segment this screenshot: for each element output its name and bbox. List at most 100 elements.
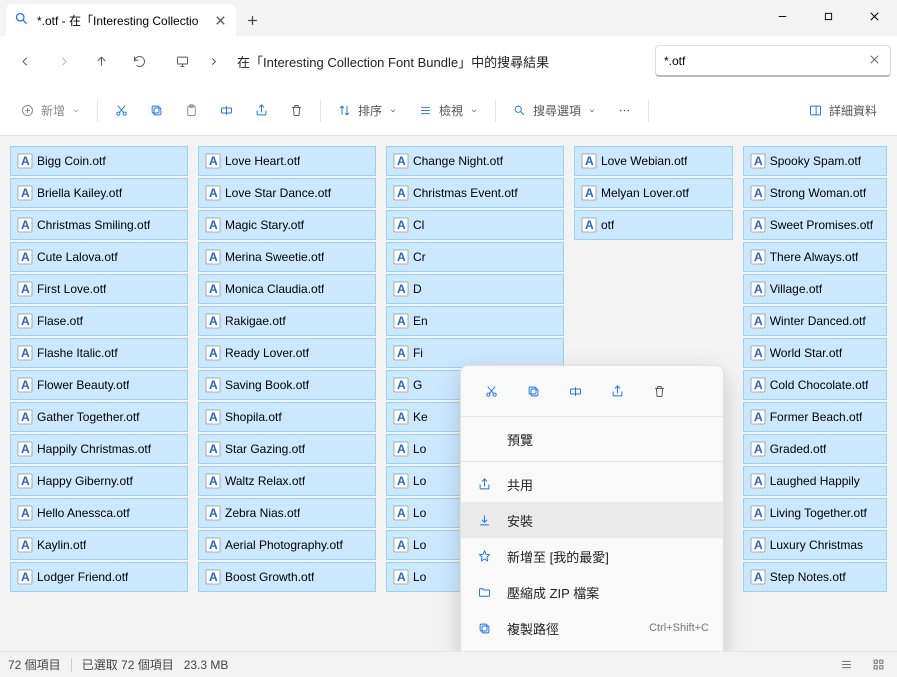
file-item[interactable]: AVillage.otf [743,274,887,304]
ctx-zip[interactable]: 壓縮成 ZIP 檔案 [461,574,723,610]
file-item[interactable]: AWaltz Relax.otf [198,466,376,496]
file-item[interactable]: AD [386,274,564,304]
back-button[interactable] [6,42,44,80]
file-item[interactable]: AStar Gazing.otf [198,434,376,464]
search-box[interactable] [655,45,891,77]
file-item[interactable]: AZebra Nias.otf [198,498,376,528]
file-item[interactable]: AStrong Woman.otf [743,178,887,208]
file-item[interactable]: ARakigae.otf [198,306,376,336]
file-item[interactable]: AFirst Love.otf [10,274,188,304]
window-tab[interactable]: *.otf - 在「Interesting Collectio [6,4,236,36]
file-item[interactable]: ACold Chocolate.otf [743,370,887,400]
file-item[interactable]: AMonica Claudia.otf [198,274,376,304]
delete-button[interactable] [279,93,314,129]
install-icon [475,513,493,528]
file-item[interactable]: AMelyan Lover.otf [574,178,733,208]
svg-text:A: A [21,410,30,424]
share-button[interactable] [244,93,279,129]
file-item[interactable]: AChristmas Smiling.otf [10,210,188,240]
font-file-icon: A [17,569,33,585]
ctx-favorites[interactable]: 新增至 [我的最愛] [461,538,723,574]
file-item[interactable]: ACr [386,242,564,272]
copy-button[interactable] [139,93,174,129]
minimize-button[interactable] [759,0,805,32]
file-item[interactable]: Aotf [574,210,733,240]
file-item[interactable]: AChristmas Event.otf [386,178,564,208]
forward-button[interactable] [44,42,82,80]
ctx-copypath[interactable]: 複製路徑Ctrl+Shift+C [461,610,723,646]
file-item[interactable]: AFormer Beach.otf [743,402,887,432]
ctx-preview[interactable]: 預覽 [461,421,723,457]
address-bar[interactable]: 在「Interesting Collection Font Bundle」中的搜… [162,44,651,78]
up-button[interactable] [82,42,120,80]
new-button[interactable]: 新增 [10,93,91,129]
svg-text:A: A [754,474,763,488]
tiles-view-button[interactable] [867,656,889,674]
file-item[interactable]: ALove Heart.otf [198,146,376,176]
file-item[interactable]: AGather Together.otf [10,402,188,432]
file-item[interactable]: AMagic Stary.otf [198,210,376,240]
sort-button[interactable]: 排序 [327,93,408,129]
file-item[interactable]: AShopila.otf [198,402,376,432]
file-item[interactable]: AReady Lover.otf [198,338,376,368]
file-item[interactable]: ABoost Growth.otf [198,562,376,592]
file-item[interactable]: AWinter Danced.otf [743,306,887,336]
clear-search-button[interactable] [867,52,882,70]
font-file-icon: A [17,281,33,297]
file-item[interactable]: AHappy Giberny.otf [10,466,188,496]
search-input[interactable] [664,54,859,68]
file-item[interactable]: AGraded.otf [743,434,887,464]
ctx-cut-button[interactable] [471,376,511,406]
maximize-button[interactable] [805,0,851,32]
cut-button[interactable] [104,93,139,129]
file-item[interactable]: AStep Notes.otf [743,562,887,592]
file-item[interactable]: ALaughed Happily [743,466,887,496]
file-name: Christmas Event.otf [413,186,518,200]
file-item[interactable]: ASpooky Spam.otf [743,146,887,176]
svg-text:A: A [21,218,30,232]
file-item[interactable]: AFi [386,338,564,368]
file-item[interactable]: AMerina Sweetie.otf [198,242,376,272]
ctx-install[interactable]: 安裝 [461,502,723,538]
file-item[interactable]: AKaylin.otf [10,530,188,560]
file-item[interactable]: ALodger Friend.otf [10,562,188,592]
more-button[interactable] [607,93,642,129]
close-tab-button[interactable] [212,12,228,28]
new-tab-button[interactable] [236,4,268,36]
file-item[interactable]: ASweet Promises.otf [743,210,887,240]
file-item[interactable]: ASaving Book.otf [198,370,376,400]
rename-button[interactable] [209,93,244,129]
file-item[interactable]: AThere Always.otf [743,242,887,272]
file-item[interactable]: ACl [386,210,564,240]
file-item[interactable]: AFlower Beauty.otf [10,370,188,400]
search-options-button[interactable]: 搜尋選項 [502,93,607,129]
details-view-button[interactable] [835,656,857,674]
file-item[interactable]: AEn [386,306,564,336]
ctx-share-button[interactable] [597,376,637,406]
details-pane-button[interactable]: 詳細資料 [798,93,887,129]
file-item[interactable]: ABriella Kailey.otf [10,178,188,208]
ctx-copy-button[interactable] [513,376,553,406]
refresh-button[interactable] [120,42,158,80]
ctx-share[interactable]: 共用 [461,466,723,502]
file-item[interactable]: AAerial Photography.otf [198,530,376,560]
ctx-delete-button[interactable] [639,376,679,406]
breadcrumb-label[interactable]: 在「Interesting Collection Font Bundle」中的搜… [229,45,557,77]
file-item[interactable]: AFlase.otf [10,306,188,336]
ctx-rename-button[interactable] [555,376,595,406]
paste-button[interactable] [174,93,209,129]
file-item[interactable]: AChange Night.otf [386,146,564,176]
file-item[interactable]: AWorld Star.otf [743,338,887,368]
file-item[interactable]: AFlashe Italic.otf [10,338,188,368]
file-item[interactable]: ALiving Together.otf [743,498,887,528]
file-item[interactable]: AHello Anessca.otf [10,498,188,528]
view-button[interactable]: 檢視 [408,93,489,129]
file-item[interactable]: ALove Star Dance.otf [198,178,376,208]
file-item[interactable]: ABigg Coin.otf [10,146,188,176]
file-item[interactable]: ALove Webian.otf [574,146,733,176]
close-window-button[interactable] [851,0,897,32]
file-item[interactable]: AHappily Christmas.otf [10,434,188,464]
file-item[interactable]: ACute Lalova.otf [10,242,188,272]
font-file-icon: A [205,473,221,489]
file-item[interactable]: ALuxury Christmas [743,530,887,560]
